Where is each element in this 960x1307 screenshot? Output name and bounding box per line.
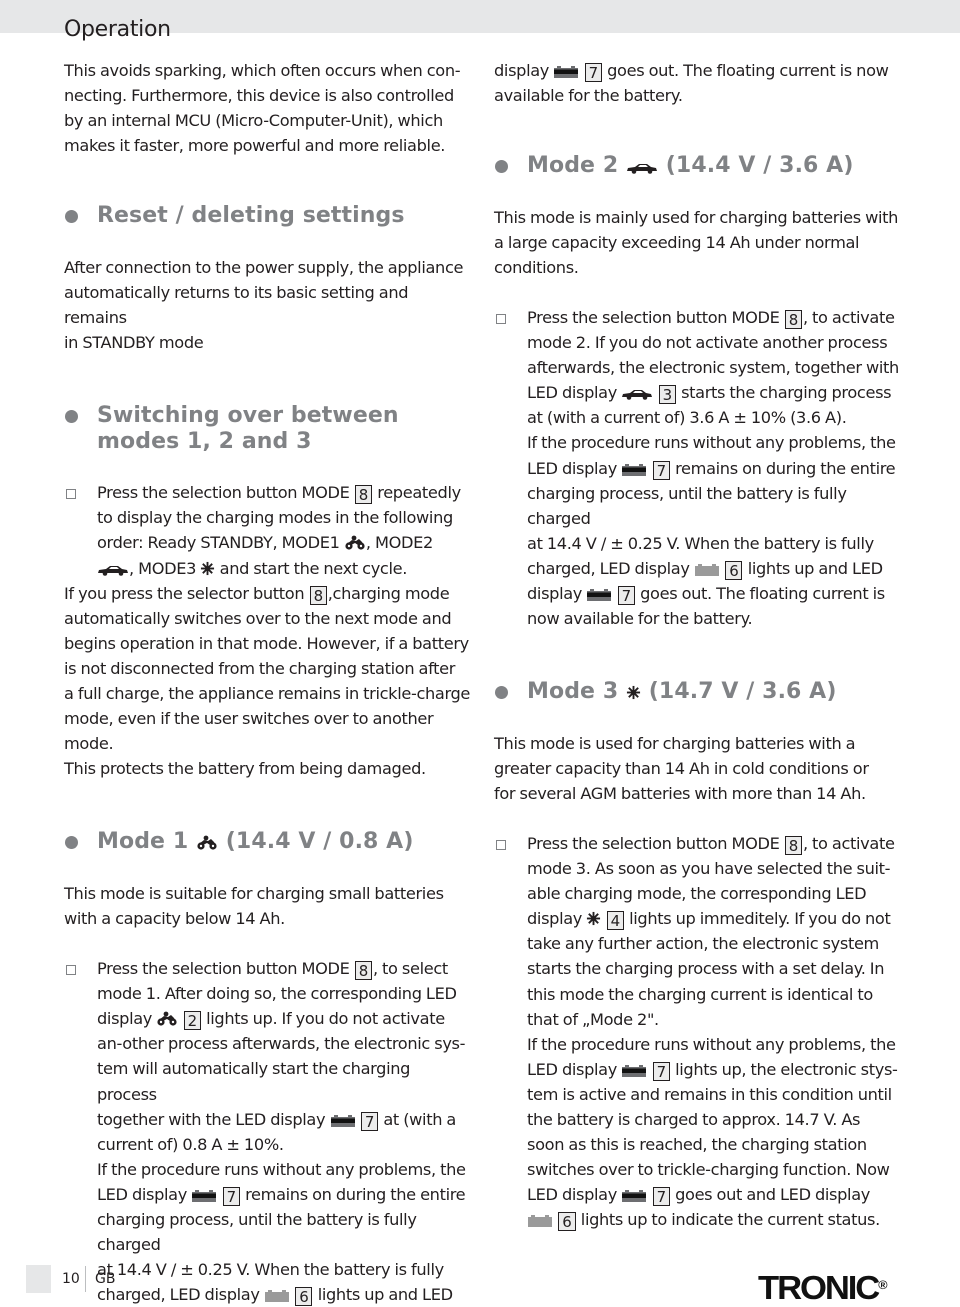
- left-column: This avoids sparking, which often occurs…: [64, 58, 474, 1307]
- car-icon: [626, 163, 658, 174]
- battery-full-icon: [527, 1215, 553, 1228]
- mode2-paragraph: This mode is mainly used for charging ba…: [494, 207, 899, 277]
- ref-number: 2: [183, 1011, 201, 1031]
- checkbox-bullet-icon: [496, 839, 506, 850]
- snowflake-icon: [586, 911, 601, 926]
- battery-charging-icon: [191, 1189, 217, 1202]
- battery-charging-icon: [621, 463, 647, 476]
- section-heading-mode1: Mode 1 (14.4 V / 0.8 A): [64, 829, 474, 855]
- mode2-step: Press the selection button MODE 8, to ac…: [494, 305, 904, 631]
- ref-number: 6: [558, 1212, 576, 1232]
- section-heading-mode3: Mode 3 (14.7 V / 3.6 A): [494, 679, 904, 705]
- bullet-dot: [495, 686, 508, 700]
- ref-number: 6: [295, 1287, 313, 1307]
- ref-number: 3: [658, 385, 676, 405]
- mode1-step: Press the selection button MODE 8, to se…: [64, 956, 474, 1307]
- ref-number: 8: [354, 485, 372, 505]
- ref-number: 7: [222, 1186, 240, 1206]
- right-column: display 7 goes out. The floating current…: [494, 58, 904, 1232]
- battery-charging-icon: [621, 1064, 647, 1077]
- continued-paragraph: display 7 goes out. The floating current…: [494, 61, 889, 106]
- ref-number: 8: [309, 585, 327, 605]
- section-heading-switching: Switching over between modes 1, 2 and 3: [64, 403, 474, 454]
- snowflake-icon: [626, 685, 641, 700]
- ref-number: 7: [584, 63, 602, 82]
- ref-number: 7: [652, 1187, 670, 1207]
- ref-number: 6: [725, 560, 743, 580]
- mode3-step: Press the selection button MODE 8, to ac…: [494, 831, 904, 1233]
- car-icon: [621, 389, 653, 401]
- ref-number: 7: [652, 460, 670, 480]
- page-title: Operation: [64, 16, 171, 42]
- battery-charging-icon: [330, 1114, 356, 1127]
- battery-charging-icon: [586, 589, 612, 601]
- ref-number: 7: [360, 1111, 379, 1131]
- motorcycle-icon: [196, 835, 218, 850]
- ref-number: 8: [354, 961, 372, 981]
- section-heading-reset: Reset / deleting settings: [64, 203, 474, 229]
- language-code: GB: [95, 1271, 116, 1287]
- checkbox-bullet-icon: [66, 489, 76, 500]
- brand-logo: TRONIC®: [758, 1269, 888, 1306]
- snowflake-icon: [200, 561, 215, 576]
- bullet-dot: [495, 160, 508, 174]
- intro-paragraph: This avoids sparking, which often occurs…: [64, 61, 461, 156]
- battery-full-icon: [264, 1290, 290, 1303]
- footer-marker: [26, 1265, 51, 1293]
- bullet-dot: [65, 210, 78, 224]
- motorcycle-icon: [156, 1011, 178, 1026]
- reset-paragraph: After connection to the power supply, th…: [64, 257, 464, 353]
- battery-charging-icon: [621, 1190, 647, 1203]
- ref-number: 8: [784, 835, 802, 855]
- ref-number: 8: [784, 309, 802, 329]
- ref-number: 7: [617, 586, 635, 605]
- switching-step: Press the selection button MODE 8 repeat…: [64, 480, 474, 580]
- battery-full-icon: [694, 563, 720, 576]
- mode1-paragraph: This mode is suitable for charging small…: [64, 883, 444, 928]
- bullet-dot: [65, 836, 78, 850]
- section-heading-mode2: Mode 2 (14.4 V / 3.6 A): [494, 153, 904, 179]
- switching-paragraph: If you press the selector button 8 ,charg…: [64, 583, 471, 779]
- ref-number: 7: [652, 1061, 670, 1081]
- footer-divider: [85, 1266, 86, 1292]
- page-number: 10: [62, 1271, 80, 1287]
- battery-charging-icon: [553, 66, 579, 78]
- checkbox-bullet-icon: [496, 313, 506, 324]
- mode3-paragraph: This mode is used for charging batteries…: [494, 733, 869, 803]
- ref-number: 4: [606, 911, 624, 931]
- motorcycle-icon: [344, 535, 366, 551]
- car-icon: [97, 565, 129, 576]
- bullet-dot: [65, 410, 78, 424]
- checkbox-bullet-icon: [66, 965, 76, 976]
